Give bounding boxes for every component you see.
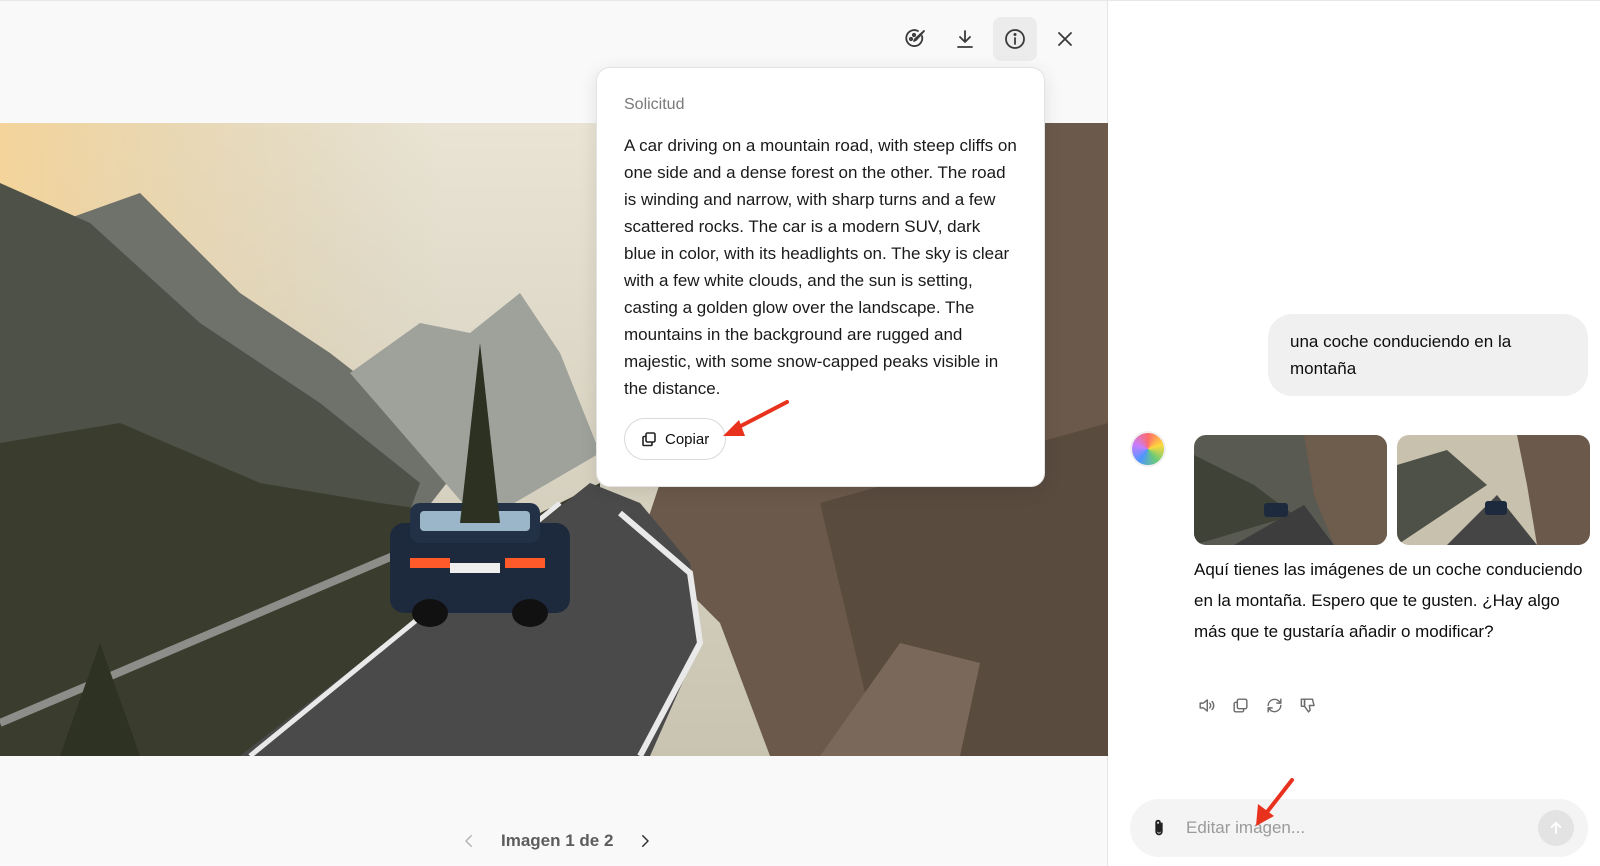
download-button[interactable] — [943, 17, 987, 61]
chevron-left-icon — [465, 835, 472, 847]
copy-icon — [1232, 697, 1248, 713]
chat-panel: una coche conduciendo en la montaña Aquí… — [1108, 0, 1600, 866]
copy-label: Copiar — [665, 430, 710, 448]
thumbs-down-icon — [1300, 697, 1315, 713]
previous-image-button[interactable] — [455, 827, 483, 855]
download-icon — [957, 30, 973, 48]
regenerate-icon — [1266, 697, 1282, 713]
edit-image-input[interactable] — [1186, 818, 1538, 838]
image-thumbnail-2[interactable] — [1397, 435, 1590, 545]
regenerate-button[interactable] — [1262, 693, 1286, 717]
prompt-text: A car driving on a mountain road, with s… — [624, 136, 1017, 398]
read-aloud-button[interactable] — [1194, 693, 1218, 717]
popover-title: Solicitud — [624, 96, 685, 113]
image-thumbnails — [1194, 435, 1590, 545]
assistant-avatar — [1130, 431, 1166, 467]
close-icon — [1058, 32, 1072, 46]
arrow-up-icon — [1550, 821, 1562, 835]
send-button[interactable] — [1538, 810, 1574, 846]
copy-message-button[interactable] — [1228, 693, 1252, 717]
bad-response-button[interactable] — [1296, 693, 1320, 717]
edit-style-button[interactable] — [893, 17, 937, 61]
prompt-popover: Solicitud A car driving on a mountain ro… — [596, 67, 1045, 487]
image-viewer: Imagen 1 de 2 Solicitud A car driving on… — [0, 0, 1108, 866]
paperclip-icon — [1155, 819, 1163, 836]
speaker-icon — [1198, 698, 1214, 712]
message-actions — [1194, 693, 1320, 717]
pager-label: Imagen 1 de 2 — [501, 831, 614, 850]
image-thumbnail-1[interactable] — [1194, 435, 1387, 545]
next-image-button[interactable] — [631, 827, 659, 855]
copy-icon — [642, 432, 656, 447]
info-icon — [1005, 29, 1025, 49]
chevron-right-icon — [642, 835, 650, 847]
message-composer — [1130, 799, 1588, 857]
attach-button[interactable] — [1144, 813, 1174, 843]
copy-prompt-button[interactable]: Copiar — [624, 418, 727, 460]
close-button[interactable] — [1043, 17, 1087, 61]
viewer-toolbar — [893, 17, 1087, 61]
assistant-message: Aquí tienes las imágenes de un coche con… — [1194, 560, 1583, 641]
info-button[interactable] — [993, 17, 1037, 61]
image-pager: Imagen 1 de 2 — [455, 827, 659, 855]
user-message: una coche conduciendo en la montaña — [1268, 314, 1588, 396]
edit-style-icon — [905, 29, 925, 47]
